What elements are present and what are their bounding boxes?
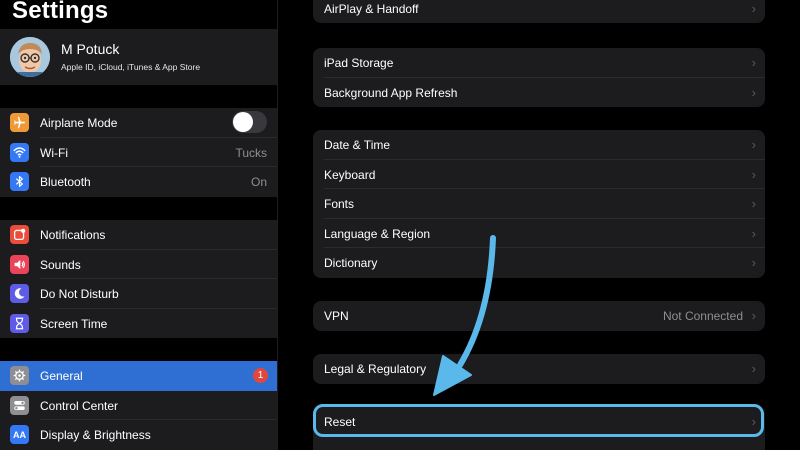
profile-cell[interactable]: M Potuck Apple ID, iCloud, iTunes & App … [0, 29, 277, 85]
row-label: VPN [324, 309, 349, 323]
sidebar-item-label: Notifications [40, 228, 106, 242]
sidebar-item-label: Display & Brightness [40, 428, 151, 442]
row-label: Language & Region [324, 226, 431, 241]
sidebar-item-label: Wi-Fi [40, 145, 68, 160]
row-label: Fonts [324, 197, 355, 211]
general-detail-pane: AirPlay & Handoff › iPad Storage › Backg… [278, 0, 800, 450]
row-keyboard[interactable]: Keyboard › [313, 160, 765, 189]
storage-group: iPad Storage › Background App Refresh › [313, 48, 765, 107]
row-fonts[interactable]: Fonts › [313, 189, 765, 219]
row-label: Background App Refresh [324, 85, 458, 100]
sidebar-item-label: Screen Time [40, 316, 108, 331]
chevron-right-icon: › [751, 137, 756, 152]
airplane-mode-toggle[interactable] [232, 111, 267, 133]
gear-icon [10, 366, 29, 385]
speaker-icon [10, 254, 29, 274]
sidebar-item-screen-time[interactable]: Screen Time [0, 309, 277, 339]
toggles-icon [10, 395, 29, 415]
connectivity-group: Airplane Mode Wi-Fi Tucks Bluetooth On [0, 108, 277, 197]
sidebar-item-bluetooth[interactable]: Bluetooth On [0, 167, 277, 197]
profile-subtitle: Apple ID, iCloud, iTunes & App Store [61, 62, 201, 72]
chevron-right-icon: › [751, 196, 756, 211]
wifi-network-value: Tucks [235, 145, 267, 160]
legal-group: Legal & Regulatory › [313, 354, 765, 384]
row-ipad-storage[interactable]: iPad Storage › [313, 48, 765, 78]
row-date-time[interactable]: Date & Time › [313, 130, 765, 160]
row-reset[interactable]: Reset › [313, 407, 765, 437]
profile-name: M Potuck [61, 41, 120, 57]
row-label: Keyboard [324, 167, 376, 182]
airplay-group: AirPlay & Handoff › [313, 0, 765, 23]
sidebar-item-control-center[interactable]: Control Center [0, 391, 277, 420]
sidebar-item-display-brightness[interactable]: AA Display & Brightness [0, 420, 277, 450]
shut-down-row-cutoff[interactable] [324, 444, 374, 450]
chevron-right-icon: › [751, 55, 756, 70]
locale-group: Date & Time › Keyboard › Fonts › Languag… [313, 130, 765, 278]
sidebar-item-sounds[interactable]: Sounds [0, 250, 277, 279]
sidebar-title: Settings [12, 0, 109, 24]
vpn-group: VPN Not Connected › [313, 301, 765, 331]
system-group: General 1 Control Center AA Display & Br… [0, 361, 277, 450]
row-vpn[interactable]: VPN Not Connected › [313, 301, 765, 331]
chevron-right-icon: › [751, 308, 756, 323]
wifi-icon [10, 142, 29, 162]
row-legal-regulatory[interactable]: Legal & Regulatory › [313, 354, 765, 384]
row-dictionary[interactable]: Dictionary › [313, 248, 765, 278]
cutoff-text-fragment [324, 444, 374, 450]
chevron-right-icon: › [751, 225, 756, 241]
row-background-app-refresh[interactable]: Background App Refresh › [313, 78, 765, 108]
sidebar-item-general[interactable]: General 1 [0, 361, 277, 391]
chevron-right-icon: › [751, 84, 756, 100]
sidebar-item-wifi[interactable]: Wi-Fi Tucks [0, 138, 277, 167]
notifications-icon [10, 225, 29, 244]
memoji-avatar [10, 37, 50, 77]
airplane-icon [10, 113, 29, 132]
sidebar: Settings M Potuck Apple ID, iCloud, iTun… [0, 0, 278, 450]
row-label: Dictionary [324, 256, 378, 270]
row-label: AirPlay & Handoff [324, 2, 419, 16]
sidebar-item-notifications[interactable]: Notifications [0, 220, 277, 250]
reset-group: Reset › [313, 407, 765, 450]
chevron-right-icon: › [751, 1, 756, 16]
row-airplay-handoff[interactable]: AirPlay & Handoff › [313, 0, 765, 23]
chevron-right-icon: › [751, 166, 756, 182]
update-badge: 1 [253, 368, 268, 383]
row-label: iPad Storage [324, 56, 394, 70]
row-language-region[interactable]: Language & Region › [313, 219, 765, 248]
hourglass-icon [10, 313, 29, 333]
sidebar-item-label: Sounds [40, 257, 81, 272]
sidebar-item-label: Control Center [40, 398, 119, 413]
sidebar-item-label: General [40, 369, 83, 383]
bluetooth-status-value: On [250, 175, 267, 189]
chevron-right-icon: › [751, 361, 756, 376]
row-label: Reset [324, 415, 356, 429]
vpn-status-value: Not Connected [662, 309, 743, 323]
bluetooth-icon [10, 172, 29, 191]
display-icon: AA [10, 425, 29, 444]
toggle-knob [233, 112, 253, 132]
sidebar-item-label: Do Not Disturb [40, 287, 119, 301]
chevron-right-icon: › [751, 414, 756, 429]
sidebar-item-airplane-mode[interactable]: Airplane Mode [0, 108, 277, 138]
sidebar-item-label: Airplane Mode [40, 116, 118, 130]
chevron-right-icon: › [751, 255, 756, 270]
sidebar-item-do-not-disturb[interactable]: Do Not Disturb [0, 279, 277, 309]
row-label: Legal & Regulatory [324, 362, 427, 376]
moon-icon [10, 284, 29, 303]
row-label: Date & Time [324, 138, 391, 152]
alerts-group: Notifications Sounds Do Not Disturb Scre… [0, 220, 277, 338]
sidebar-item-label: Bluetooth [40, 175, 91, 189]
